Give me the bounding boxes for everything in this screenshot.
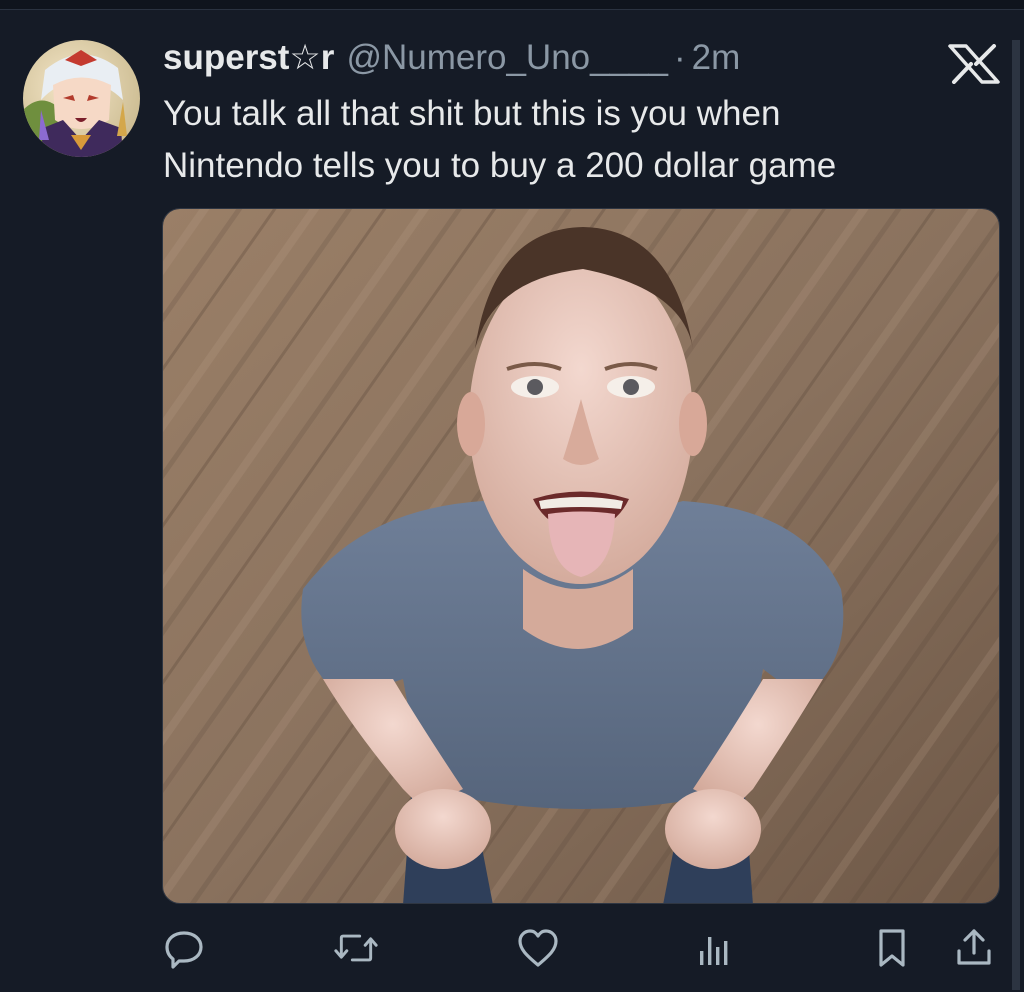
user-handle[interactable]: @Numero_Uno____ bbox=[346, 38, 668, 78]
tweet-image[interactable] bbox=[162, 208, 1000, 904]
avatar[interactable] bbox=[23, 40, 140, 157]
tweet-actions bbox=[0, 918, 1024, 978]
tweet-text: You talk all that shit but this is you w… bbox=[163, 88, 1003, 192]
bookmark-icon[interactable] bbox=[870, 926, 914, 970]
display-name[interactable]: superst☆r bbox=[163, 38, 334, 78]
top-divider bbox=[0, 0, 1024, 10]
scrollbar[interactable] bbox=[1012, 40, 1020, 990]
heart-icon[interactable] bbox=[516, 926, 560, 970]
tweet-text-line: Nintendo tells you to buy a 200 dollar g… bbox=[163, 146, 837, 185]
tweet-header: superst☆r @Numero_Uno____ · 2m bbox=[163, 38, 740, 82]
repost-icon[interactable] bbox=[334, 926, 378, 970]
tweet-text-line: You talk all that shit but this is you w… bbox=[163, 94, 781, 133]
reply-icon[interactable] bbox=[162, 926, 206, 970]
separator-dot: · bbox=[673, 38, 686, 77]
x-logo-icon bbox=[946, 44, 1002, 84]
timestamp[interactable]: 2m bbox=[692, 38, 741, 78]
share-icon[interactable] bbox=[952, 926, 996, 970]
views-icon[interactable] bbox=[692, 926, 736, 970]
